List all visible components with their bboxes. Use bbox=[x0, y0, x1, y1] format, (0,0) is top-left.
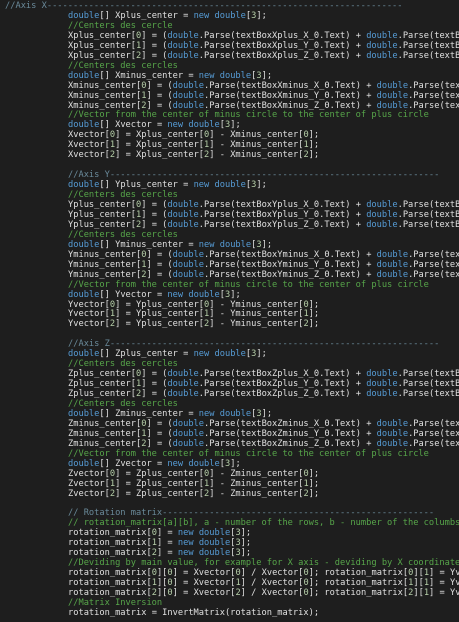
code-line[interactable]: double[] Yplus_center = new double[3]; bbox=[68, 180, 267, 190]
code-line[interactable]: //Axis Z--------------------------------… bbox=[68, 339, 439, 349]
code-line[interactable]: rotation_matrix[2] = new double[3]; bbox=[68, 548, 251, 558]
code-line[interactable]: Zplus_center[1] = (double.Parse(textBoxZ… bbox=[68, 379, 459, 389]
code-line[interactable]: double[] Zminus_center = new double[3]; bbox=[68, 409, 272, 419]
code-line[interactable]: //Centers des cercles bbox=[68, 359, 178, 369]
code-line[interactable]: double[] Zplus_center = new double[3]; bbox=[68, 349, 267, 359]
code-line[interactable]: Yvector[2] = Yplus_center[2] - Yminus_ce… bbox=[68, 319, 319, 329]
code-line[interactable]: //Centers des cercles bbox=[68, 190, 178, 200]
code-line[interactable]: Xvector[0] = Xplus_center[0] - Xminus_ce… bbox=[68, 130, 319, 140]
code-line[interactable]: Xminus_center[0] = (double.Parse(textBox… bbox=[68, 81, 459, 91]
code-line[interactable]: //Centers des cercles bbox=[68, 61, 178, 71]
code-line[interactable]: //Vector from the center of minus circle… bbox=[68, 449, 429, 459]
code-line[interactable]: //Vector from the center of minus circle… bbox=[68, 280, 429, 290]
code-editor[interactable]: //Axis X--------------------------------… bbox=[0, 0, 459, 622]
code-line[interactable]: double[] Xvector = new double[3]; bbox=[68, 120, 241, 130]
code-line[interactable]: Zminus_center[2] = (double.Parse(textBox… bbox=[68, 439, 459, 449]
code-line[interactable]: // rotation_matrix[a][b], a - number of … bbox=[68, 518, 459, 528]
code-line[interactable]: Yminus_center[2] = (double.Parse(textBox… bbox=[68, 270, 459, 280]
code-line[interactable]: //Axis Y--------------------------------… bbox=[68, 170, 439, 180]
code-line[interactable]: //Centers des cercle bbox=[68, 21, 173, 31]
code-line[interactable]: double[] Zvector = new double[3]; bbox=[68, 459, 241, 469]
code-line[interactable]: Yvector[0] = Yplus_center[0] - Yminus_ce… bbox=[68, 300, 319, 310]
code-line[interactable]: Yvector[1] = Yplus_center[1] - Yminus_ce… bbox=[68, 309, 319, 319]
code-line[interactable]: Xvector[2] = Xplus_center[2] - Xminus_ce… bbox=[68, 150, 319, 160]
code-line[interactable]: rotation_matrix[1][0] = Xvector[1] / Xve… bbox=[68, 578, 459, 588]
code-line[interactable]: double[] Xminus_center = new double[3]; bbox=[68, 71, 272, 81]
code-line[interactable]: //Matrix Inversion bbox=[68, 598, 162, 608]
code-line[interactable]: Yplus_center[2] = (double.Parse(textBoxY… bbox=[68, 220, 459, 230]
code-line[interactable]: //Centers des cercles bbox=[68, 399, 178, 409]
code-line[interactable]: rotation_matrix[0][0] = Xvector[0] / Xve… bbox=[68, 568, 459, 578]
code-line[interactable]: Xplus_center[2] = (double.Parse(textBoxX… bbox=[68, 51, 459, 61]
code-line[interactable]: Zminus_center[1] = (double.Parse(textBox… bbox=[68, 429, 459, 439]
code-line[interactable]: Zvector[1] = Zplus_center[1] - Zminus_ce… bbox=[68, 479, 319, 489]
code-line[interactable]: Xplus_center[1] = (double.Parse(textBoxX… bbox=[68, 41, 459, 51]
code-line[interactable]: double[] Yminus_center = new double[3]; bbox=[68, 240, 272, 250]
code-line[interactable]: Xvector[1] = Xplus_center[1] - Xminus_ce… bbox=[68, 140, 319, 150]
code-line[interactable]: //Axis X--------------------------------… bbox=[5, 1, 403, 11]
code-line[interactable]: Xminus_center[2] = (double.Parse(textBox… bbox=[68, 101, 459, 111]
code-line[interactable]: rotation_matrix = InvertMatrix(rotation_… bbox=[68, 608, 319, 618]
code-line[interactable]: //Vector from the center of minus circle… bbox=[68, 110, 429, 120]
code-line[interactable]: //Centers des cercles bbox=[68, 230, 178, 240]
code-line[interactable]: //Deviding by main value, for example fo… bbox=[68, 558, 459, 568]
code-line[interactable]: rotation_matrix[0] = new double[3]; bbox=[68, 528, 251, 538]
code-line[interactable]: Yminus_center[0] = (double.Parse(textBox… bbox=[68, 250, 459, 260]
code-line[interactable]: double[] Yvector = new double[3]; bbox=[68, 290, 241, 300]
code-line[interactable]: Zplus_center[0] = (double.Parse(textBoxZ… bbox=[68, 369, 459, 379]
code-line[interactable]: Zplus_center[2] = (double.Parse(textBoxZ… bbox=[68, 389, 459, 399]
code-line[interactable]: Zminus_center[0] = (double.Parse(textBox… bbox=[68, 419, 459, 429]
code-line[interactable]: Yplus_center[0] = (double.Parse(textBoxY… bbox=[68, 200, 459, 210]
code-line[interactable]: rotation_matrix[2][0] = Xvector[2] / Xve… bbox=[68, 588, 459, 598]
code-line[interactable]: Xminus_center[1] = (double.Parse(textBox… bbox=[68, 91, 459, 101]
code-line[interactable]: // Rotation matrix----------------------… bbox=[68, 508, 434, 518]
code-line[interactable]: Xplus_center[0] = (double.Parse(textBoxX… bbox=[68, 31, 459, 41]
code-line[interactable]: Yminus_center[1] = (double.Parse(textBox… bbox=[68, 260, 459, 270]
code-line[interactable]: Zvector[2] = Zplus_center[2] - Zminus_ce… bbox=[68, 489, 319, 499]
code-line[interactable]: Zvector[0] = Zplus_center[0] - Zminus_ce… bbox=[68, 469, 319, 479]
code-line[interactable]: rotation_matrix[1] = new double[3]; bbox=[68, 538, 251, 548]
code-line[interactable]: double[] Xplus_center = new double[3]; bbox=[68, 11, 267, 21]
code-line[interactable]: Yplus_center[1] = (double.Parse(textBoxY… bbox=[68, 210, 459, 220]
